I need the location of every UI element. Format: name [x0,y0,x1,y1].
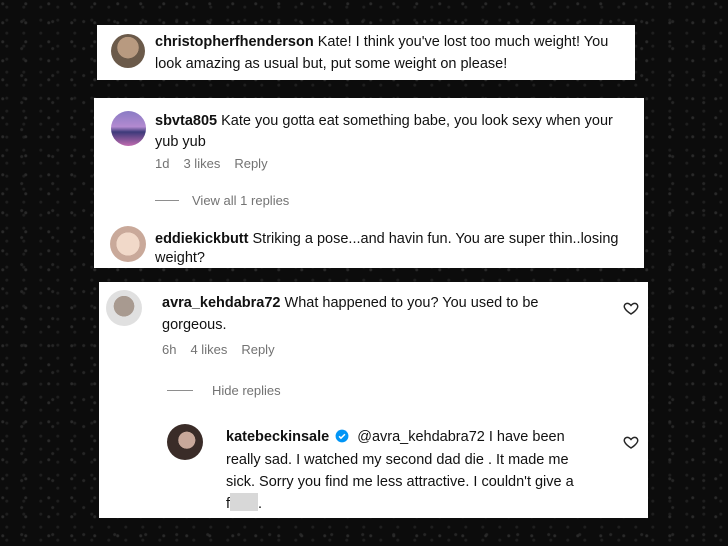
comment-time: 6h [162,342,177,357]
comment-username[interactable]: avra_kehdabra72 [162,295,281,311]
comment-text-line2: gorgeous. [162,317,227,333]
avatar[interactable] [106,290,142,326]
view-replies-button[interactable]: View all 1 replies [192,193,289,208]
avatar[interactable] [167,424,203,460]
avatar[interactable] [110,226,146,262]
comment-text: Striking a pose...and havin fun. You are… [252,231,619,247]
reply-username[interactable]: katebeckinsale [226,429,329,445]
heart-outline-icon[interactable] [623,434,639,450]
comment-meta: 1d 3 likes Reply [155,156,282,171]
replies-divider [167,390,193,391]
comment-meta: 6h 4 likes Reply [162,342,289,357]
comment-text: Kate you gotta eat something babe, you l… [221,113,613,129]
reply-text-line3: sick. Sorry you find me less attractive.… [226,474,574,490]
comment-card-avra_kehdabra72: avra_kehdabra72 What happened to you? Yo… [99,282,648,518]
avatar[interactable] [111,34,145,68]
comment-likes[interactable]: 4 likes [190,342,227,357]
reply-text: I have been [488,429,565,445]
comment-text-line2: look amazing as usual but, put some weig… [155,56,508,72]
reply-mention[interactable]: @avra_kehdabra72 [357,429,485,445]
comment-text-line2: weight? [155,250,205,266]
comment-username[interactable]: sbvta805 [155,113,217,129]
comment-card-christopherfhenderson: christopherfhenderson Kate! I think you'… [97,25,635,80]
comment-likes[interactable]: 3 likes [183,156,220,171]
hide-replies-button[interactable]: Hide replies [212,383,281,398]
comment-time: 1d [155,156,170,171]
verified-badge-icon [335,429,349,443]
comment-text-line2: yub yub [155,134,206,150]
reply-button[interactable]: Reply [234,156,267,171]
reply-text-line4-end: . [258,496,263,512]
replies-divider [155,200,179,201]
comment-username[interactable]: eddiekickbutt [155,231,248,247]
reply-button[interactable]: Reply [241,342,274,357]
censor-bar [230,493,259,511]
avatar[interactable] [111,111,146,146]
reply-text-line2: really sad. I watched my second dad die … [226,452,569,468]
comment-text: Kate! I think you've lost too much weigh… [317,34,609,50]
comment-text: What happened to you? You used to be [284,295,539,311]
comment-card-group: sbvta805 Kate you gotta eat something ba… [94,98,644,268]
comment-username[interactable]: christopherfhenderson [155,34,314,50]
heart-outline-icon[interactable] [623,300,639,316]
